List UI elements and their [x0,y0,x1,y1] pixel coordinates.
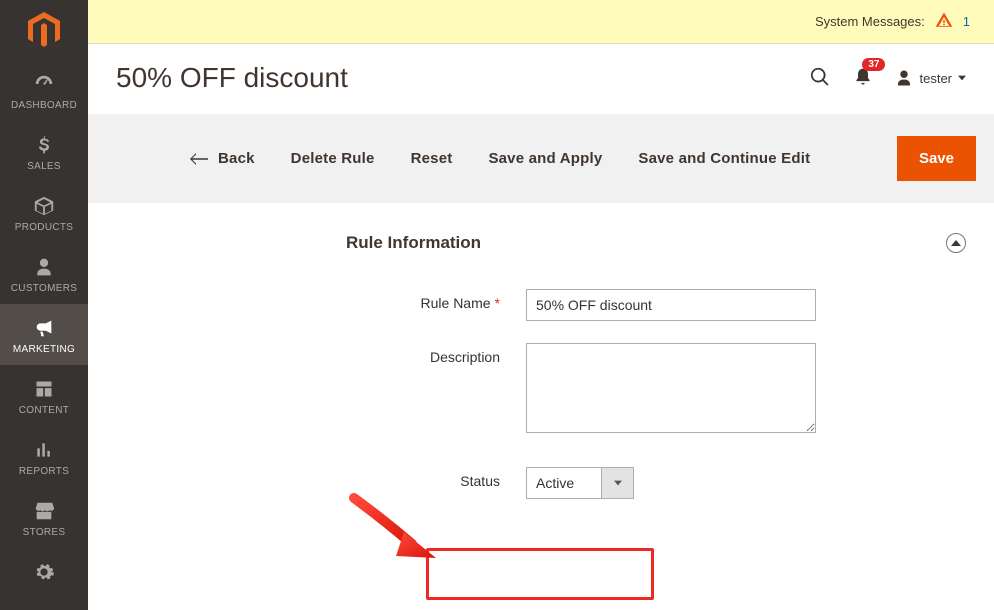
nav-reports[interactable]: REPORTS [0,426,88,487]
status-select[interactable]: Active [526,467,634,499]
nav-label: CONTENT [19,405,69,416]
reset-button[interactable]: Reset [411,150,453,167]
chart-icon [34,438,54,462]
nav-dashboard[interactable]: DASHBOARD [0,60,88,121]
nav-label: CUSTOMERS [11,283,77,294]
magento-logo[interactable] [0,0,88,60]
required-marker: * [495,295,500,311]
back-label: Back [218,150,255,167]
section-title: Rule Information [346,233,966,253]
action-bar: Back Delete Rule Reset Save and Apply Sa… [88,114,994,203]
nav-label: SALES [27,161,61,172]
description-row: Description [116,343,966,433]
page-title: 50% OFF discount [116,62,348,94]
megaphone-icon [33,316,55,340]
arrow-left-icon [190,152,208,166]
person-icon [34,255,54,279]
chevron-down-icon [958,74,966,82]
notifications-button[interactable]: 37 [853,66,873,91]
admin-sidebar: DASHBOARD SALES PRODUCTS CUSTOMERS MARKE… [0,0,88,610]
status-row: Status Active [116,467,966,499]
nav-system[interactable] [0,548,88,598]
nav-label: REPORTS [19,466,69,477]
header-tools: 37 tester [809,66,966,91]
store-icon [33,499,55,523]
search-icon [809,66,831,88]
nav-label: DASHBOARD [11,100,77,111]
layout-icon [34,377,54,401]
description-textarea[interactable] [526,343,816,433]
system-messages-label: System Messages: [815,14,925,29]
warning-icon [935,11,953,32]
system-messages-count: 1 [963,14,970,29]
rule-name-input[interactable] [526,289,816,321]
dollar-icon [34,133,54,157]
nav-label: PRODUCTS [15,222,74,233]
page-header: 50% OFF discount 37 tester [88,44,994,114]
status-dropdown-button[interactable] [602,467,634,499]
gear-icon [33,560,55,584]
nav-customers[interactable]: CUSTOMERS [0,243,88,304]
save-apply-button[interactable]: Save and Apply [488,150,602,167]
back-button[interactable]: Back [190,150,255,167]
notifications-badge: 37 [862,58,885,71]
main-content: System Messages: 1 50% OFF discount 37 t… [88,0,994,610]
nav-content[interactable]: CONTENT [0,365,88,426]
nav-products[interactable]: PRODUCTS [0,182,88,243]
status-value: Active [526,467,602,499]
form-area: Rule Information Rule Name* Description … [88,203,994,499]
rule-name-label: Rule Name* [116,289,526,311]
nav-label: STORES [23,527,66,538]
collapse-section-button[interactable] [946,233,966,253]
rule-name-row: Rule Name* [116,289,966,321]
chevron-up-icon [951,238,961,248]
chevron-down-icon [614,479,622,487]
status-label: Status [116,467,526,489]
user-menu[interactable]: tester [895,69,966,87]
save-button[interactable]: Save [897,136,976,181]
nav-label: MARKETING [13,344,75,355]
user-name: tester [919,71,952,86]
box-icon [33,194,55,218]
nav-sales[interactable]: SALES [0,121,88,182]
save-continue-button[interactable]: Save and Continue Edit [638,150,810,167]
user-icon [895,69,913,87]
nav-stores[interactable]: STORES [0,487,88,548]
dashboard-icon [33,72,55,96]
magento-logo-icon [28,12,60,48]
delete-rule-button[interactable]: Delete Rule [291,150,375,167]
search-button[interactable] [809,66,831,91]
description-label: Description [116,343,526,365]
nav-marketing[interactable]: MARKETING [0,304,88,365]
system-messages-bar[interactable]: System Messages: 1 [88,0,994,44]
